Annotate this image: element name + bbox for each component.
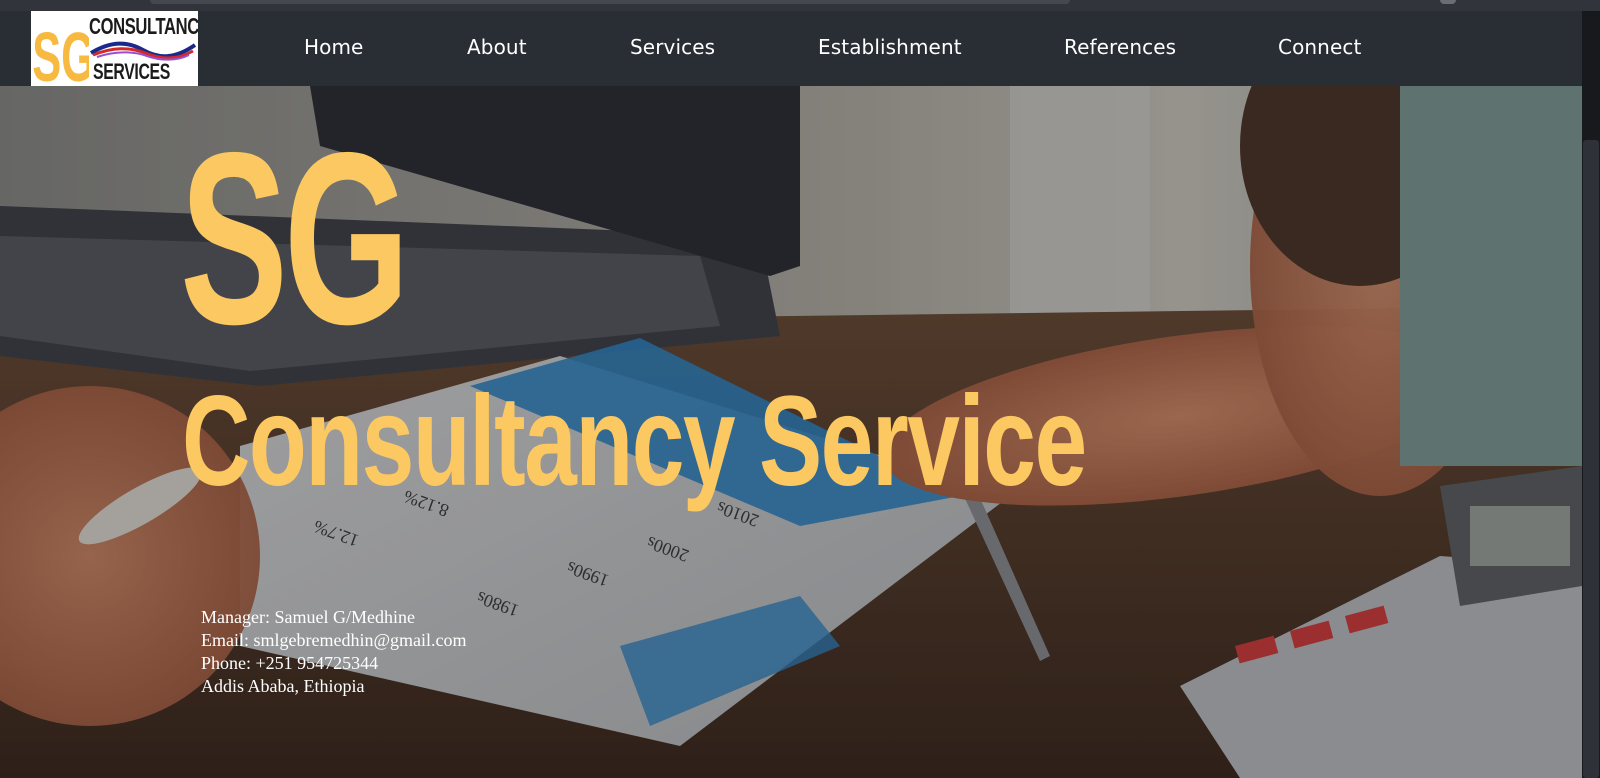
navbar: SG CONSULTANCY SERVICES Home About Servi…	[0, 11, 1582, 86]
nav-home[interactable]: Home	[304, 35, 363, 59]
contact-manager: Manager: Samuel G/Medhine	[201, 607, 415, 627]
nav-establishment[interactable]: Establishment	[818, 35, 962, 59]
contact-info: Manager: Samuel G/Medhine Email: smlgebr…	[201, 606, 467, 698]
browser-top-strip	[0, 0, 1600, 11]
nav-references[interactable]: References	[1064, 35, 1176, 59]
contact-location: Addis Ababa, Ethiopia	[201, 676, 365, 696]
contact-phone: Phone: +251 954725344	[201, 653, 379, 673]
hero-big-letters: SG	[180, 101, 410, 375]
scrollbar-thumb[interactable]	[1583, 140, 1599, 778]
profile-icon	[1440, 0, 1456, 4]
contact-email: Email: smlgebremedhin@gmail.com	[201, 630, 467, 650]
nav-connect[interactable]: Connect	[1278, 35, 1361, 59]
address-bar-edge	[150, 0, 1070, 4]
hero-title: Consultancy Service	[182, 370, 1087, 513]
nav-services[interactable]: Services	[630, 35, 715, 59]
hero-section: 2010s 2000s 1990s 1980s 8.12% 12.7% SG C…	[0, 86, 1582, 778]
nav-about[interactable]: About	[467, 35, 527, 59]
page: SG CONSULTANCY SERVICES Home About Servi…	[0, 0, 1600, 778]
main-nav: Home About Services Establishment Refere…	[0, 11, 1582, 86]
